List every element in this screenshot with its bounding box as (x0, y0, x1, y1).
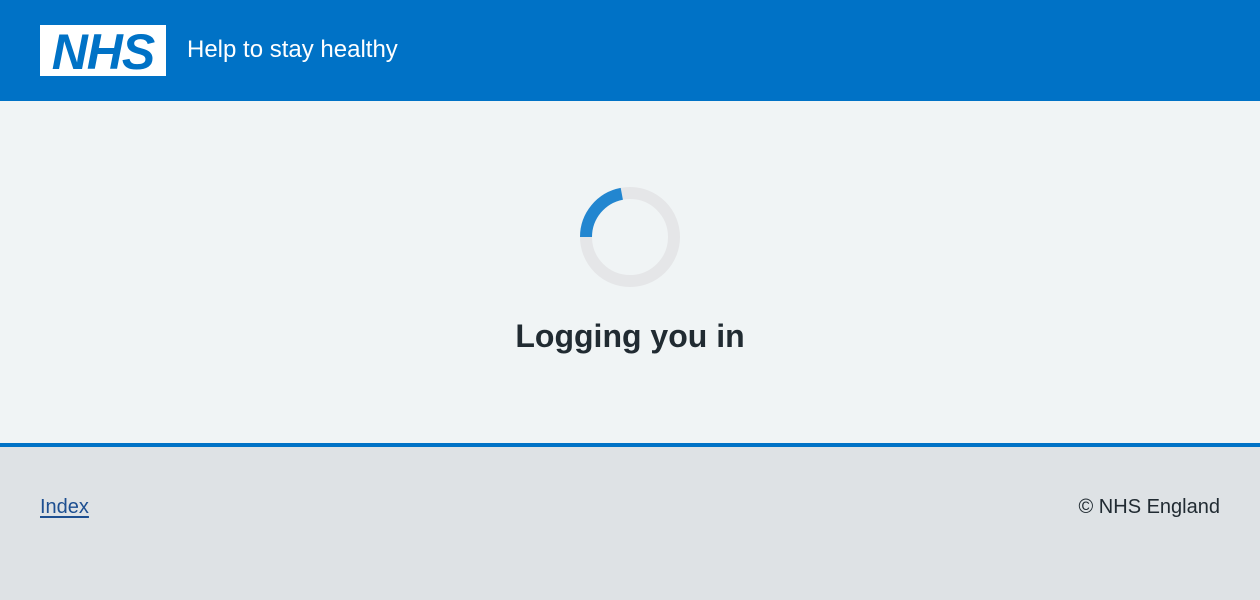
nhs-logo: NHS (40, 25, 166, 76)
main-content: Logging you in (0, 101, 1260, 443)
loading-spinner-icon (580, 187, 680, 287)
nhs-logo-text: NHS (52, 25, 155, 76)
loading-status-heading: Logging you in (515, 318, 745, 354)
spinner-indicator (580, 187, 624, 238)
site-footer: Index © NHS England (0, 443, 1260, 600)
site-header: NHS Help to stay healthy (0, 0, 1260, 101)
copyright-text: © NHS England (1078, 496, 1220, 518)
footer-link-index[interactable]: Index (40, 494, 89, 520)
service-name: Help to stay healthy (187, 36, 398, 63)
